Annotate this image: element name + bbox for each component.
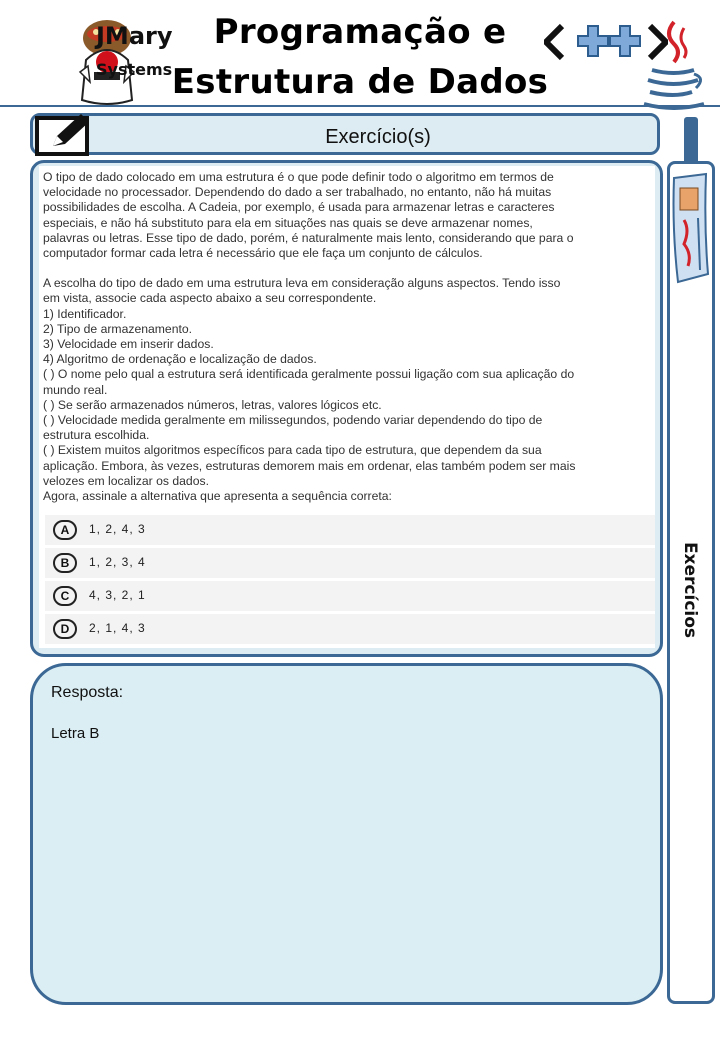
alternative-text: 4, 3, 2, 1 (89, 588, 146, 602)
alternative-b[interactable]: B 1, 2, 3, 4 (45, 548, 655, 578)
question-paragraph-2: A escolha do tipo de dado em uma estrutu… (43, 276, 576, 504)
question-content: O tipo de dado colocado em uma estrutura… (39, 166, 655, 648)
exercise-header-label: Exercício(s) (325, 126, 431, 148)
answer-panel: Resposta: Letra B (30, 663, 663, 1005)
page-title-line-2: Estrutura de Dados (171, 62, 549, 102)
alternative-text: 1, 2, 4, 3 (89, 522, 146, 536)
alternative-text: 2, 1, 4, 3 (89, 621, 146, 635)
side-tab (684, 117, 698, 165)
edit-pencil-icon (35, 114, 89, 156)
question-panel: O tipo de dado colocado em uma estrutura… (30, 160, 663, 657)
alternative-letter: D (53, 619, 77, 639)
question-paragraph-1: O tipo de dado colocado em uma estrutura… (43, 170, 574, 261)
answer-value: Letra B (51, 725, 100, 742)
alternative-text: 1, 2, 3, 4 (89, 555, 146, 569)
answer-label: Resposta: (51, 684, 124, 701)
java-cup-icon (643, 20, 705, 110)
alternative-a[interactable]: A 1, 2, 4, 3 (45, 515, 655, 545)
alternative-c[interactable]: C 4, 3, 2, 1 (45, 581, 655, 611)
newspaper-icon (672, 172, 710, 284)
page-title-line-1: Programação e (213, 12, 507, 52)
alternative-letter: A (53, 520, 77, 540)
alternative-letter: B (53, 553, 77, 573)
alternative-letter: C (53, 586, 77, 606)
question-text: O tipo de dado colocado em uma estrutura… (43, 170, 655, 504)
side-label: Exercícios (680, 541, 700, 639)
header-divider (0, 105, 720, 107)
alternative-d[interactable]: D 2, 1, 4, 3 (45, 614, 655, 644)
exercise-header: Exercício(s) (30, 113, 660, 156)
